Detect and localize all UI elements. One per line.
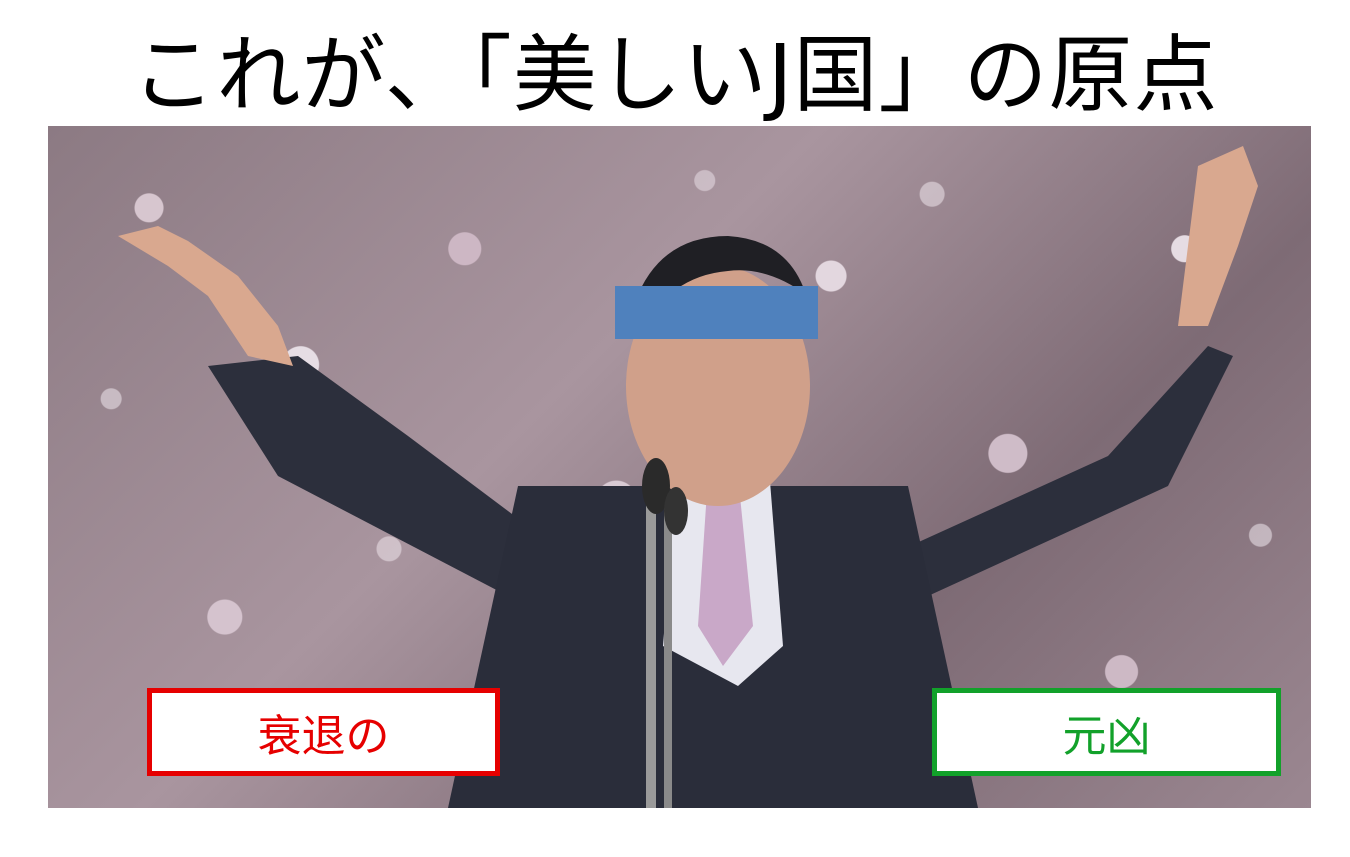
label-right: 元凶: [932, 688, 1281, 776]
page-title: これが、「美しいJ国」の原点: [131, 26, 1219, 124]
censor-bar: [615, 286, 818, 339]
label-left: 衰退の: [147, 688, 500, 776]
